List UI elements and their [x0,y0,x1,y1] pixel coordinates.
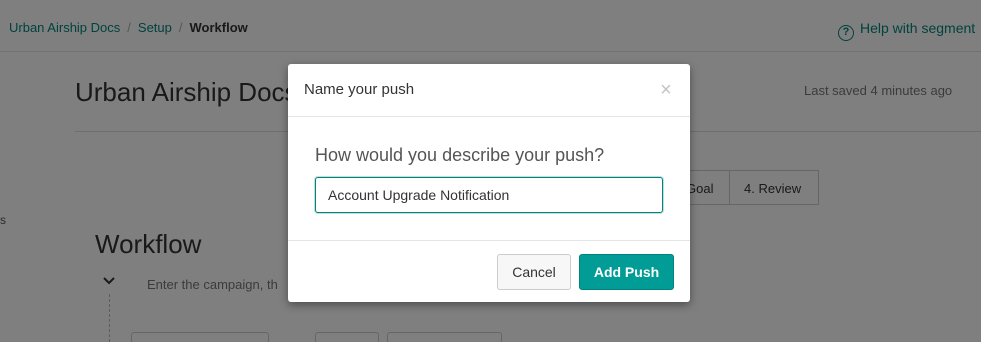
modal-body: How would you describe your push? [288,117,690,241]
close-icon[interactable]: × [656,79,676,101]
name-push-dialog: Name your push × How would you describe … [288,64,690,302]
modal-header: Name your push × [288,64,690,117]
page: Urban Airship Docs/Setup/Workflow ?Help … [0,0,981,342]
push-description-prompt: How would you describe your push? [315,145,605,165]
cancel-button[interactable]: Cancel [497,254,571,290]
modal-title: Name your push [304,81,415,98]
add-push-button[interactable]: Add Push [579,254,674,290]
push-name-input[interactable] [315,177,663,213]
